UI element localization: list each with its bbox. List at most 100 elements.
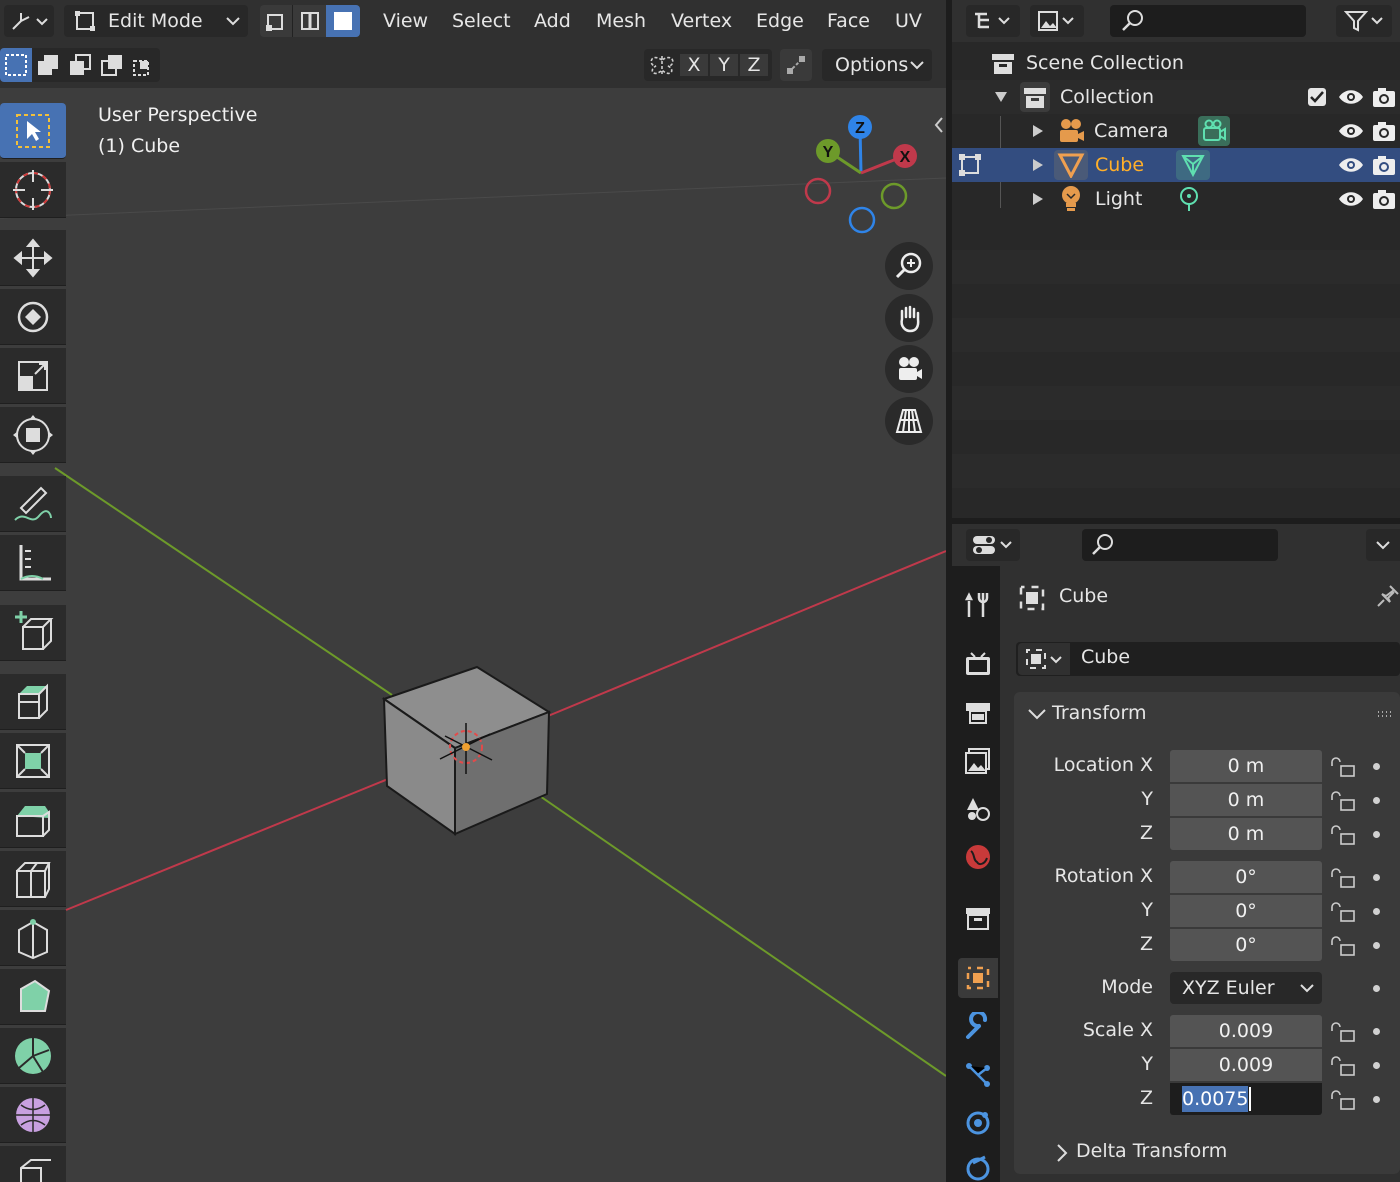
edit-mode-indicator-icon[interactable]	[956, 151, 984, 179]
select-invert-button[interactable]	[96, 53, 128, 77]
neg-z-axis-handle[interactable]	[848, 206, 876, 234]
menu-view[interactable]: View	[383, 6, 428, 36]
add-cube-tool[interactable]	[0, 605, 66, 661]
mode-dropdown[interactable]: Edit Mode	[64, 5, 248, 37]
keyframe-dot[interactable]	[1373, 985, 1380, 992]
location-y-field[interactable]: 0 m	[1170, 784, 1322, 816]
filter-dropdown[interactable]	[1336, 5, 1392, 37]
outliner-search-input[interactable]	[1110, 5, 1306, 37]
rotation-z-field[interactable]: 0°	[1170, 929, 1322, 961]
render-camera-icon[interactable]	[1372, 86, 1396, 108]
pan-button[interactable]	[885, 294, 933, 342]
camera-view-button[interactable]	[885, 345, 933, 393]
keyframe-dot[interactable]	[1373, 874, 1380, 881]
3d-viewport[interactable]: User Perspective (1) Cube Z Y X	[0, 88, 946, 1182]
mirror-y-button[interactable]: Y	[710, 54, 738, 76]
exclude-checkbox[interactable]	[1308, 88, 1326, 106]
loop-cut-tool[interactable]	[0, 851, 66, 907]
light-data-icon[interactable]	[1177, 185, 1201, 213]
outliner-row-camera[interactable]: Camera	[952, 114, 1400, 148]
tab-collection[interactable]	[958, 898, 998, 938]
cursor-tool[interactable]	[0, 162, 66, 218]
menu-add[interactable]: Add	[534, 6, 571, 36]
tab-modifiers[interactable]	[958, 1007, 998, 1047]
options-dropdown[interactable]: Options	[822, 49, 932, 81]
tab-constraints[interactable]	[958, 1150, 998, 1182]
lock-open-icon[interactable]	[1330, 1055, 1356, 1077]
tab-view-layer[interactable]	[958, 741, 998, 781]
render-camera-icon[interactable]	[1372, 188, 1396, 210]
edge-select-button[interactable]	[291, 5, 327, 37]
keyframe-dot[interactable]	[1373, 797, 1380, 804]
rotation-y-field[interactable]: 0°	[1170, 895, 1322, 927]
tab-physics[interactable]	[958, 1103, 998, 1143]
lock-open-icon[interactable]	[1330, 935, 1356, 957]
bevel-tool[interactable]	[0, 792, 66, 848]
tab-scene[interactable]	[958, 789, 998, 829]
expand-arrow-right-icon[interactable]	[1032, 124, 1044, 138]
properties-search-input[interactable]	[1082, 529, 1278, 561]
spin-tool[interactable]	[0, 1028, 66, 1084]
menu-edge[interactable]: Edge	[756, 6, 804, 36]
outliner-row-light[interactable]: Light	[952, 182, 1400, 216]
expand-arrow-right-icon[interactable]	[1032, 192, 1044, 206]
tab-output[interactable]	[958, 692, 998, 732]
lock-open-icon[interactable]	[1330, 824, 1356, 846]
poly-build-tool[interactable]	[0, 969, 66, 1025]
location-z-field[interactable]: 0 m	[1170, 818, 1322, 850]
menu-mesh[interactable]: Mesh	[596, 6, 646, 36]
location-x-field[interactable]: 0 m	[1170, 750, 1322, 782]
outliner-row-cube[interactable]: Cube	[952, 148, 1400, 182]
pin-icon[interactable]	[1376, 584, 1400, 610]
select-subtract-button[interactable]	[64, 53, 96, 77]
select-box-tool[interactable]	[0, 103, 66, 159]
annotate-tool[interactable]	[0, 476, 66, 532]
filter-type-dropdown[interactable]	[1030, 5, 1084, 37]
neg-x-axis-handle[interactable]	[804, 177, 832, 205]
keyframe-dot[interactable]	[1373, 908, 1380, 915]
navigation-gizmo[interactable]: Z Y X	[800, 112, 930, 238]
rotation-x-field[interactable]: 0°	[1170, 861, 1322, 893]
keyframe-dot[interactable]	[1373, 763, 1380, 770]
eye-icon[interactable]	[1338, 122, 1364, 140]
rotation-mode-dropdown[interactable]: XYZ Euler	[1170, 972, 1322, 1004]
delta-transform-panel-header[interactable]: Delta Transform	[1014, 1136, 1400, 1170]
select-set-button[interactable]	[0, 48, 32, 82]
menu-vertex[interactable]: Vertex	[671, 6, 732, 36]
datablock-browse-button[interactable]	[1018, 643, 1070, 675]
transform-panel-header[interactable]: Transform	[1014, 698, 1400, 732]
render-camera-icon[interactable]	[1372, 120, 1396, 142]
knife-tool[interactable]	[0, 910, 66, 966]
collection-row[interactable]: Collection	[952, 80, 1400, 114]
tab-object[interactable]	[958, 958, 998, 998]
rotate-tool[interactable]	[0, 289, 66, 345]
transform-tool[interactable]	[0, 407, 66, 463]
mirror-x-button[interactable]: X	[680, 54, 708, 76]
neg-y-axis-handle[interactable]	[880, 182, 908, 210]
mesh-data-button[interactable]	[1176, 150, 1210, 180]
face-select-button[interactable]	[326, 5, 360, 37]
extrude-tool[interactable]	[0, 674, 66, 730]
eye-icon[interactable]	[1338, 88, 1364, 106]
lock-open-icon[interactable]	[1330, 790, 1356, 812]
menu-uv[interactable]: UV	[895, 6, 922, 36]
tab-render[interactable]	[958, 644, 998, 684]
scale-tool[interactable]	[0, 348, 66, 404]
eye-icon[interactable]	[1338, 156, 1364, 174]
sidebar-toggle[interactable]	[932, 115, 946, 135]
inset-tool[interactable]	[0, 733, 66, 789]
scale-z-field[interactable]: 0.0075	[1170, 1083, 1322, 1115]
lock-open-icon[interactable]	[1330, 901, 1356, 923]
menu-face[interactable]: Face	[827, 6, 870, 36]
lock-open-icon[interactable]	[1330, 1021, 1356, 1043]
expand-arrow-down-icon[interactable]	[994, 91, 1008, 103]
display-mode-dropdown[interactable]	[966, 5, 1020, 37]
perspective-toggle-button[interactable]	[885, 397, 933, 445]
menu-select[interactable]: Select	[452, 6, 511, 36]
smooth-tool[interactable]	[0, 1087, 66, 1143]
select-intersect-button[interactable]	[128, 53, 160, 77]
vertex-select-button[interactable]	[260, 5, 292, 37]
keyframe-dot[interactable]	[1373, 942, 1380, 949]
datablock-field[interactable]: Cube	[1016, 642, 1400, 676]
tab-particles[interactable]	[958, 1055, 998, 1095]
